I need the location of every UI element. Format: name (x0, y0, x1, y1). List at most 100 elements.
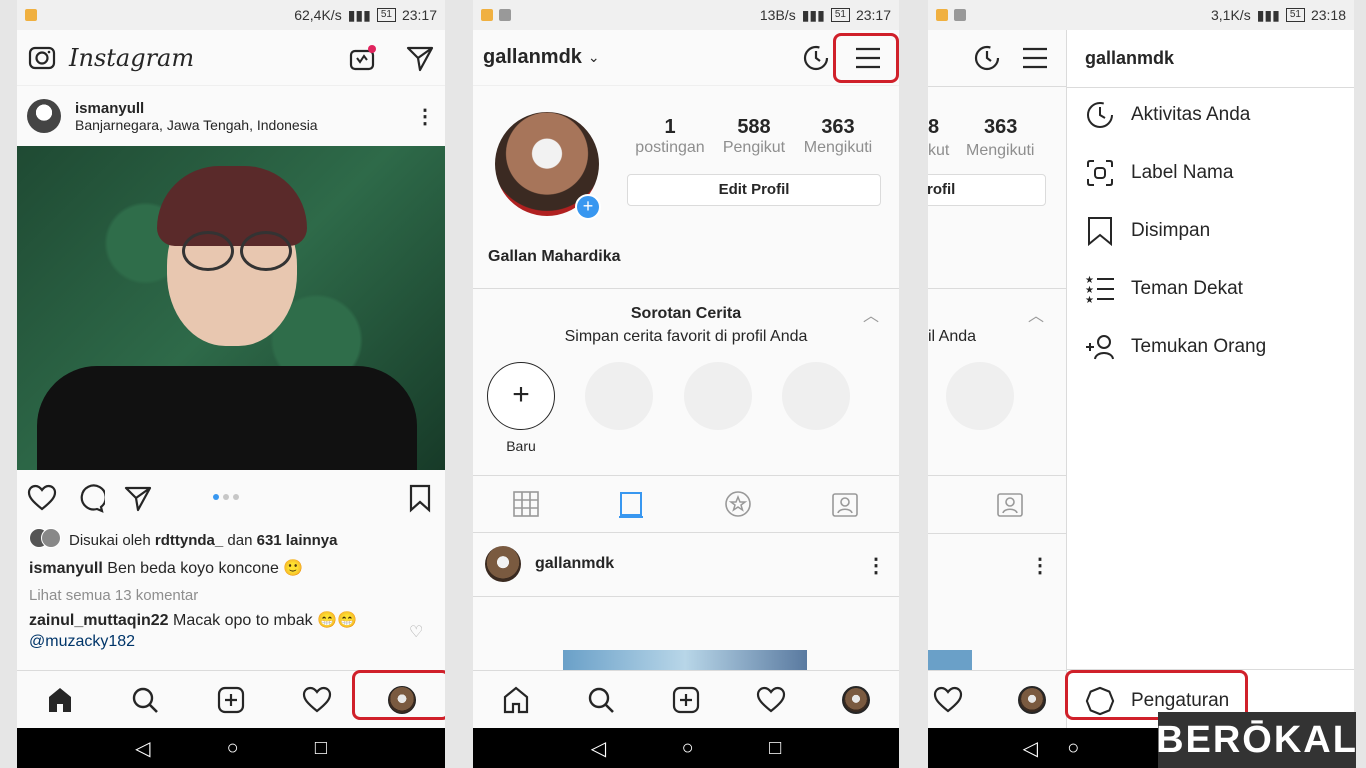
archive-clock-icon[interactable] (972, 43, 1002, 73)
more-options-icon[interactable]: ⋮ (415, 104, 435, 129)
highlights-subtitle-partial: il Anda (928, 328, 977, 345)
home-circle-icon[interactable]: ○ (682, 737, 694, 760)
chevron-down-icon[interactable]: ⌄ (588, 49, 600, 66)
profile-tab-avatar[interactable] (836, 680, 876, 720)
search-icon[interactable] (581, 680, 621, 720)
home-icon[interactable] (496, 680, 536, 720)
highlights-title: Sorotan Cerita (630, 305, 742, 322)
menu-item-your-activity[interactable]: Aktivitas Anda (1085, 100, 1250, 130)
battery-icon: 51 (1285, 8, 1305, 22)
network-speed: 3,1K/s (1211, 7, 1251, 23)
highlight-placeholder (782, 362, 850, 430)
feed-view-icon[interactable] (617, 490, 645, 518)
following-label: Mengikuti (966, 142, 1035, 159)
archive-clock-icon[interactable] (801, 43, 831, 73)
add-story-icon[interactable]: + (575, 194, 601, 220)
post-caption: ismanyull Ben beda koyo koncone 🙂 (29, 560, 304, 577)
recents-icon[interactable]: □ (315, 737, 327, 760)
highlight-placeholder (585, 362, 653, 430)
divider (473, 596, 899, 597)
new-post-icon[interactable] (211, 680, 251, 720)
share-icon[interactable] (123, 483, 153, 513)
comment-mention[interactable]: @muzacky182 (29, 633, 135, 651)
android-nav-bar: ◁ ○ □ (17, 728, 445, 768)
activity-heart-icon[interactable] (751, 680, 791, 720)
stat-label-partial: kut (928, 142, 950, 159)
comment-like-icon[interactable]: ♡ (409, 622, 423, 642)
profile-content-tabs (473, 475, 899, 533)
comment: zainul_muttaqin22 Macak opo to mbak 😁😁 (29, 612, 357, 629)
post-location[interactable]: Banjarnegara, Jawa Tengah, Indonesia (75, 117, 318, 133)
photo-subject-glasses (182, 231, 292, 271)
network-speed: 62,4K/s (294, 7, 342, 23)
gallery-icon (954, 9, 966, 21)
search-icon[interactable] (125, 680, 165, 720)
new-highlight-button[interactable]: + (487, 362, 555, 430)
menu-item-nametag[interactable]: Label Nama (1085, 158, 1233, 188)
avatar[interactable] (485, 546, 521, 582)
account-switcher[interactable]: gallanmdk (483, 46, 582, 69)
following-count[interactable]: 363 Mengikuti (793, 116, 883, 157)
notification-icon (936, 9, 948, 21)
menu-item-close-friends[interactable]: ★ ★ ★ Teman Dekat (1085, 274, 1243, 304)
signal-icon: ▮▮▮ (347, 6, 371, 23)
activity-heart-icon[interactable] (928, 680, 968, 720)
profile-tab-avatar[interactable] (1012, 680, 1052, 720)
chevron-up-icon[interactable]: ︿ (1028, 302, 1044, 326)
divider (928, 533, 1066, 534)
network-speed: 13B/s (759, 7, 796, 23)
post-image-preview[interactable] (563, 650, 807, 670)
divider (928, 475, 1066, 476)
post-username[interactable]: ismanyull (75, 100, 318, 117)
tagged-icon[interactable] (830, 489, 860, 519)
menu-item-discover-people[interactable]: Temukan Orang (1085, 332, 1266, 362)
like-heart-icon[interactable] (27, 483, 57, 513)
divider (473, 288, 899, 289)
back-icon[interactable]: ◁ (1023, 736, 1038, 761)
notification-icon (481, 9, 493, 21)
post-username[interactable]: gallanmdk (535, 555, 614, 573)
edit-profile-button[interactable]: Edit Profil (627, 174, 881, 206)
photo-subject-body (37, 366, 417, 470)
home-icon[interactable] (40, 680, 80, 720)
igtv-icon[interactable] (347, 43, 377, 73)
clock: 23:17 (855, 7, 891, 23)
highlights-subtitle: Simpan cerita favorit di profil Anda (564, 328, 808, 345)
following-count-partial: 8 (928, 116, 940, 138)
edit-profile-button-partial[interactable]: rofil (928, 174, 1046, 206)
activity-heart-icon[interactable] (297, 680, 337, 720)
divider (1067, 87, 1354, 88)
direct-message-icon[interactable] (405, 43, 435, 73)
grid-view-icon[interactable] (512, 490, 540, 518)
star-igtv-icon[interactable] (723, 489, 753, 519)
add-person-icon (1085, 332, 1115, 362)
view-all-comments-link[interactable]: Lihat semua 13 komentar (29, 587, 198, 604)
back-icon[interactable]: ◁ (135, 736, 150, 761)
more-options-icon[interactable]: ⋮ (1030, 553, 1050, 578)
close-friends-icon: ★ ★ ★ (1085, 274, 1115, 304)
feed-header: Instagram (17, 30, 445, 86)
followers-count[interactable]: 588 Pengikut (709, 116, 799, 157)
home-circle-icon[interactable]: ○ (227, 737, 239, 760)
chevron-up-icon[interactable]: ︿ (863, 302, 879, 326)
hamburger-menu-icon[interactable] (1020, 43, 1050, 73)
save-bookmark-icon[interactable] (405, 483, 435, 513)
camera-icon[interactable] (27, 43, 57, 73)
bottom-tab-bar (928, 670, 1066, 728)
carousel-indicator (213, 494, 239, 500)
home-circle-icon[interactable]: ○ (1067, 737, 1079, 760)
following-count: 363 (984, 116, 1018, 138)
recents-icon[interactable]: □ (769, 737, 781, 760)
tagged-icon[interactable] (995, 489, 1025, 519)
status-bar: 13B/s ▮▮▮ 51 23:17 (473, 0, 899, 30)
comment-icon[interactable] (75, 483, 105, 513)
back-icon[interactable]: ◁ (591, 736, 606, 761)
post-image[interactable] (17, 146, 445, 470)
more-options-icon[interactable]: ⋮ (866, 553, 886, 578)
posts-count[interactable]: 1 postingan (625, 116, 715, 157)
avatar[interactable] (27, 99, 61, 133)
likes-line[interactable]: Disukai oleh rdttynda_ dan 631 lainnya (29, 528, 338, 552)
divider (928, 288, 1066, 289)
new-post-icon[interactable] (666, 680, 706, 720)
menu-item-saved[interactable]: Disimpan (1085, 216, 1210, 246)
